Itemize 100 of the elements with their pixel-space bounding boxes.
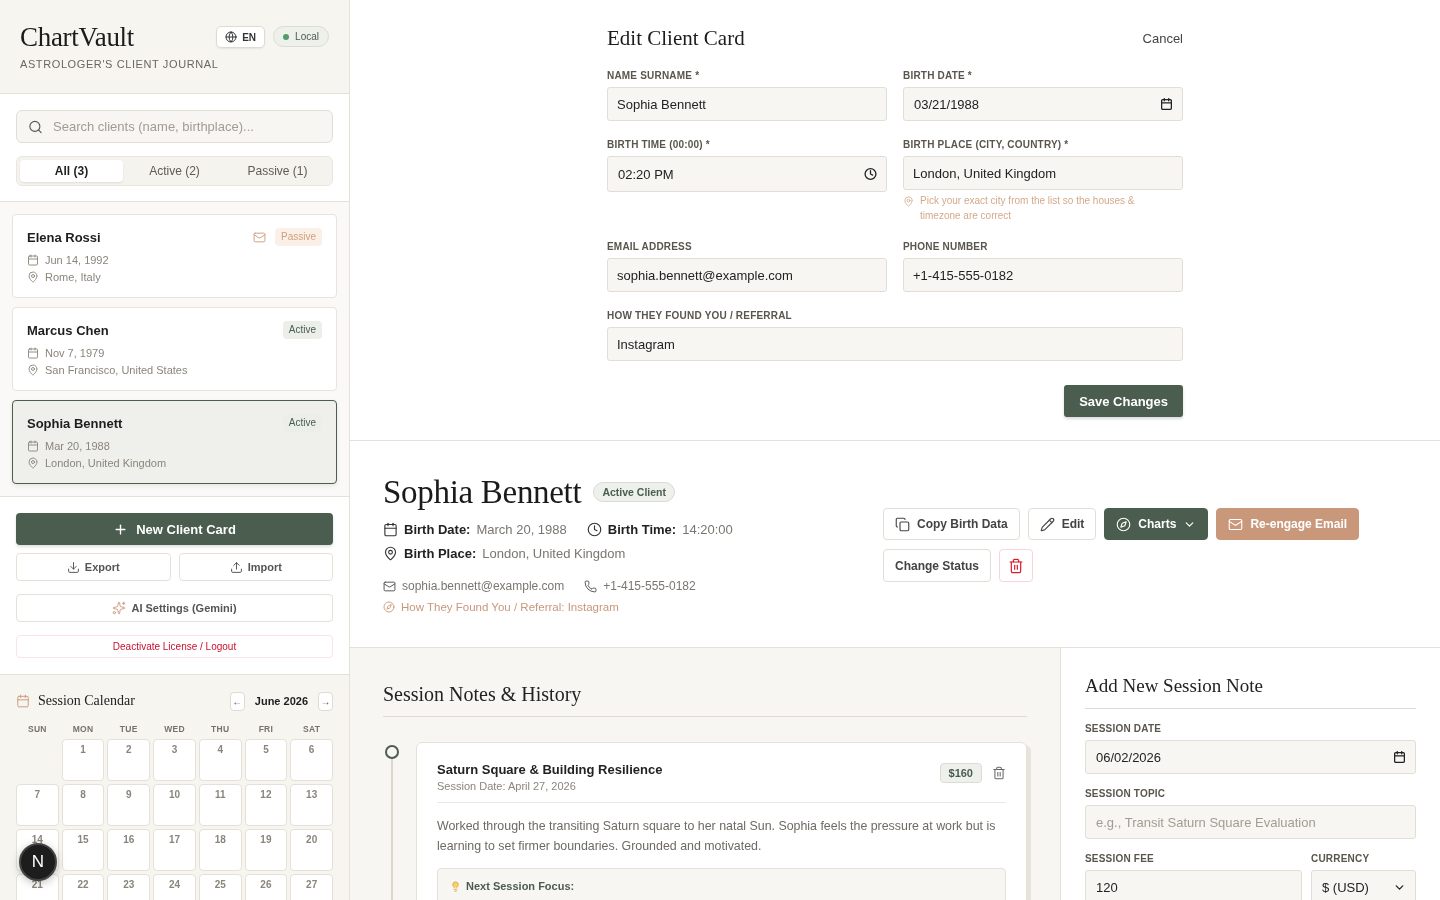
ai-settings-button[interactable]: AI Settings (Gemini) — [16, 594, 333, 622]
calendar-day[interactable]: 18 — [198, 829, 242, 871]
search-field[interactable]: Search clients (name, birthplace)... — [16, 110, 333, 143]
client-name-heading: Sophia Bennett — [383, 474, 582, 510]
text-field[interactable]: Sophia Bennett — [607, 87, 887, 121]
calendar-day[interactable]: 9 — [107, 784, 151, 826]
calendar-icon — [383, 521, 398, 537]
language-button[interactable]: EN — [216, 26, 266, 48]
email-text: sophia.bennett@example.com — [402, 579, 565, 593]
calendar-day[interactable]: 16 — [107, 829, 151, 871]
download-icon — [66, 560, 80, 574]
field-label: HOW THEY FOUND YOU / REFERRAL — [607, 310, 793, 322]
calendar-day[interactable]: 13 — [290, 784, 333, 826]
cancel-button[interactable]: Cancel — [1142, 30, 1183, 46]
field-label: SESSION FEE — [1085, 853, 1155, 865]
time-field[interactable]: 02:20 PM — [607, 156, 887, 192]
currency-select[interactable]: $ (USD) — [1311, 870, 1416, 900]
delete-button[interactable] — [999, 549, 1033, 582]
field-label: BIRTH PLACE (CITY, COUNTRY) * — [903, 139, 1070, 151]
calendar-day[interactable]: 27 — [290, 874, 333, 900]
phone-icon — [584, 579, 598, 593]
field-label: BIRTH DATE * — [903, 70, 973, 82]
weekday-label: FRI — [257, 723, 275, 735]
lightbulb-icon — [450, 880, 461, 892]
filter-tab[interactable]: Active (2) — [123, 160, 226, 182]
calendar-day[interactable]: 22 — [61, 874, 105, 900]
calendar-day[interactable]: 23 — [107, 874, 151, 900]
field-label: PHONE NUMBER — [903, 241, 989, 253]
fee-tag: $160 — [939, 763, 982, 783]
timeline-dot-icon — [385, 745, 399, 759]
calendar-day[interactable]: 10 — [153, 784, 196, 826]
calendar-day[interactable]: 3 — [153, 739, 196, 781]
edit-button[interactable]: Edit — [1027, 508, 1097, 540]
client-birth-place: Rome, Italy — [45, 270, 101, 283]
calendar-day[interactable]: 1 — [61, 739, 105, 781]
status-tag: Passive — [275, 228, 322, 246]
date-field[interactable]: 03/21/1988 — [903, 87, 1183, 121]
client-birth-place: San Francisco, United States — [45, 363, 188, 376]
calendar-day[interactable]: 5 — [244, 739, 288, 781]
client-card[interactable]: Elena Rossi Passive Jun 14, 1992 Rome, Italy — [12, 214, 337, 298]
calendar-day[interactable]: 7 — [16, 784, 59, 826]
map-pin-icon — [27, 456, 39, 469]
filter-tab[interactable]: Passive (1) — [226, 160, 329, 182]
client-birth-date: Mar 20, 1988 — [45, 439, 110, 452]
calendar-day[interactable]: 26 — [244, 874, 288, 900]
calendar-day[interactable]: 6 — [290, 739, 333, 781]
text-field[interactable]: Instagram — [607, 327, 1183, 361]
save-button[interactable]: Save Changes — [1064, 385, 1183, 417]
logout-button[interactable]: Deactivate License / Logout — [16, 635, 333, 658]
next-month-button[interactable]: → — [318, 691, 333, 711]
new-client-button[interactable]: New Client Card — [16, 513, 333, 545]
calendar-icon — [1160, 97, 1173, 111]
info-label: Birth Place: — [404, 545, 477, 561]
plus-icon — [113, 521, 129, 537]
export-button[interactable]: Export — [16, 553, 171, 581]
fee-field[interactable]: 120 — [1085, 870, 1302, 900]
calendar-day[interactable]: 25 — [198, 874, 242, 900]
app-logo: ChartVault — [20, 22, 134, 52]
change-status-button[interactable]: Change Status — [883, 549, 991, 582]
calendar-day[interactable]: 8 — [61, 784, 105, 826]
date-field[interactable]: 06/02/2026 — [1085, 740, 1416, 774]
field-label: SESSION DATE — [1085, 723, 1163, 735]
calendar-day[interactable]: 17 — [153, 829, 196, 871]
pencil-icon — [1039, 516, 1055, 532]
calendar-day[interactable]: 21 — [16, 874, 59, 900]
client-card[interactable]: Sophia Bennett Active Mar 20, 1988 London, United Kingdom — [12, 400, 337, 484]
clock-icon — [864, 167, 877, 181]
calendar-icon — [16, 694, 30, 708]
calendar-day[interactable]: 15 — [61, 829, 105, 871]
calendar-day[interactable]: 4 — [198, 739, 242, 781]
calendar-day[interactable]: 19 — [244, 829, 288, 871]
delete-note-button[interactable] — [992, 766, 1006, 780]
trash-icon — [1008, 557, 1024, 574]
client-birth-date: Jun 14, 1992 — [45, 253, 109, 266]
text-field[interactable]: London, United Kingdom — [903, 156, 1183, 190]
referral-text: How They Found You / Referral: Instagram — [401, 601, 619, 613]
calendar-day[interactable]: 20 — [290, 829, 333, 871]
import-button[interactable]: Import — [178, 553, 333, 581]
calendar-day[interactable]: 24 — [153, 874, 196, 900]
trash-icon — [992, 766, 1006, 780]
month-label: June 2026 — [254, 695, 308, 707]
app-subtitle: ASTROLOGER'S CLIENT JOURNAL — [20, 58, 220, 71]
client-birth-date: Nov 7, 1979 — [45, 346, 105, 359]
calendar-day[interactable]: 11 — [198, 784, 242, 826]
field-label: NAME SURNAME * — [607, 70, 701, 82]
field-hint: Pick your exact city from the list so the houses & timezone are correct — [920, 194, 1136, 223]
calendar-day[interactable]: 12 — [244, 784, 288, 826]
status-tag: Active — [282, 321, 322, 339]
filter-tab[interactable]: All (3) — [20, 160, 123, 182]
copy-button[interactable]: Copy Birth Data — [883, 508, 1020, 540]
compass-icon — [383, 601, 395, 613]
calendar-icon — [1393, 750, 1406, 764]
calendar-day[interactable]: 2 — [107, 739, 151, 781]
text-field[interactable]: +1-415-555-0182 — [903, 258, 1183, 292]
weekday-label: TUE — [118, 723, 139, 735]
charts-menu-button[interactable]: Charts — [1104, 508, 1209, 540]
text-field[interactable]: e.g., Transit Saturn Square Evaluation — [1085, 805, 1416, 839]
text-field[interactable]: sophia.bennett@example.com — [607, 258, 887, 292]
client-card[interactable]: Marcus Chen Active Nov 7, 1979 San Francisco, United States — [12, 307, 337, 391]
previous-month-button[interactable]: ← — [229, 691, 245, 711]
